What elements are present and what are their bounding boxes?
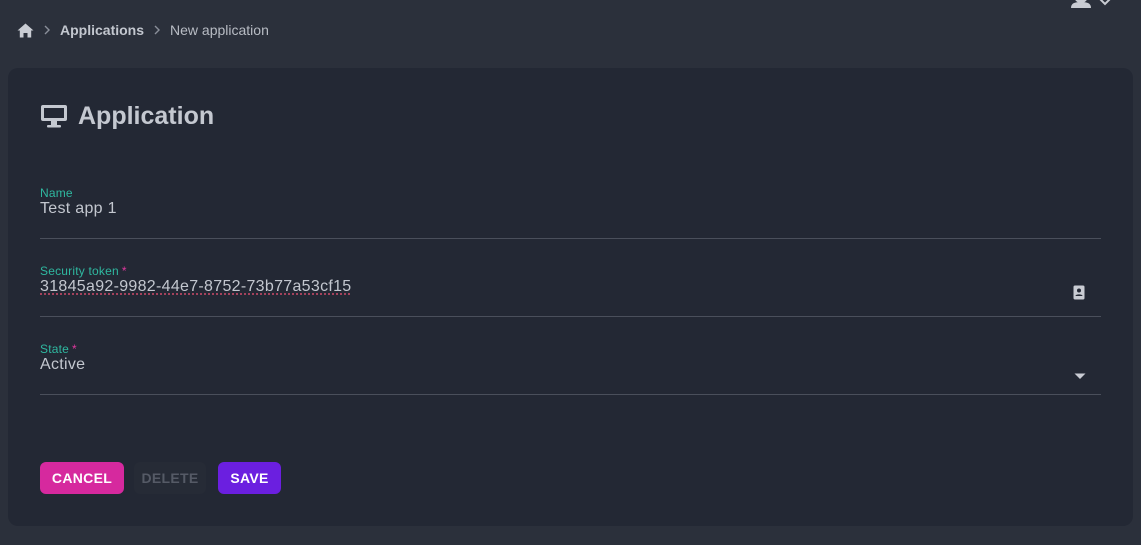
monitor-icon — [40, 103, 68, 129]
required-marker: * — [72, 342, 77, 356]
application-card: Application Name Test app 1 Security tok… — [8, 68, 1133, 526]
breadcrumb-current: New application — [170, 22, 269, 38]
user-avatar[interactable] — [1070, 0, 1092, 8]
delete-button[interactable]: DELETE — [134, 462, 206, 494]
cancel-button[interactable]: CANCEL — [40, 462, 124, 494]
state-label: State * — [40, 342, 77, 356]
security-token-input[interactable]: 31845a92-9982-44e7-8752-73b77a53cf15 — [40, 278, 352, 296]
chevron-right-icon — [34, 22, 60, 38]
name-label: Name — [40, 186, 73, 200]
name-input[interactable]: Test app 1 — [40, 200, 117, 218]
save-button[interactable]: SAVE — [218, 462, 281, 494]
name-field[interactable]: Name Test app 1 — [40, 186, 1101, 239]
breadcrumb: Applications New application — [16, 18, 269, 42]
contact-card-icon[interactable] — [1071, 284, 1087, 300]
state-select[interactable]: State * Active — [40, 342, 1101, 395]
state-selected-value[interactable]: Active — [40, 356, 85, 374]
user-menu-chevron-icon[interactable] — [1098, 0, 1112, 6]
chevron-right-icon — [144, 22, 170, 38]
card-title: Application — [78, 101, 215, 130]
security-token-label: Security token * — [40, 264, 127, 278]
security-token-field[interactable]: Security token * 31845a92-9982-44e7-8752-… — [40, 264, 1101, 317]
card-header: Application — [40, 101, 214, 131]
home-icon[interactable] — [16, 21, 34, 39]
user-icon — [1070, 0, 1092, 8]
caret-down-icon[interactable] — [1073, 367, 1087, 379]
breadcrumb-applications-link[interactable]: Applications — [60, 22, 144, 38]
required-marker: * — [121, 264, 127, 278]
